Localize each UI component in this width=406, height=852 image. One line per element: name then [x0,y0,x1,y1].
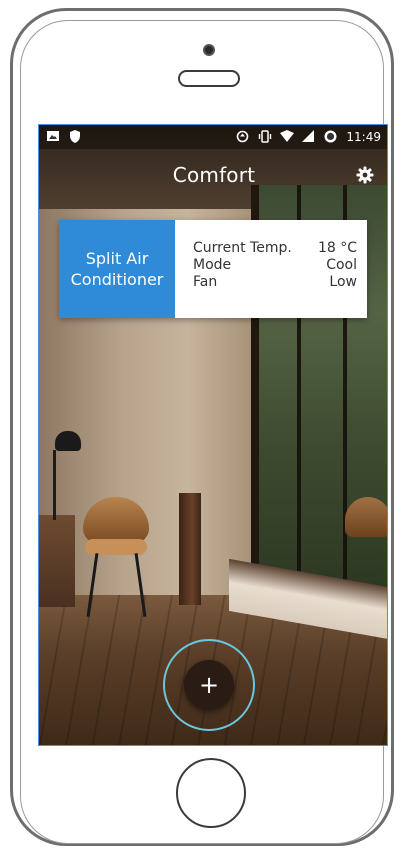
image-icon [47,130,61,144]
info-label: Current Temp. [193,240,292,256]
status-time: 11:49 [346,130,381,144]
device-name: Split Air Conditioner [59,220,175,318]
bg-cabinet [39,515,75,607]
info-value: Cool [326,257,357,273]
status-bar: 11:49 [39,125,387,149]
plus-icon: + [198,671,220,699]
add-device-button[interactable]: + [184,660,234,710]
app-title: Comfort [172,163,256,187]
bg-chair-2 [345,497,387,537]
gear-icon [356,166,374,184]
bg-speaker [179,493,201,605]
info-row-current-temp: Current Temp. 18 °C [193,240,357,257]
device-info: Current Temp. 18 °C Mode Cool Fan Low [175,220,367,318]
bg-chair-seat [85,539,147,555]
alarm-icon [324,130,338,144]
info-row-fan: Fan Low [193,274,357,291]
bg-lamp-shade [55,431,81,451]
shield-icon [69,130,83,144]
app-screen: 11:49 Comfort Split Air Conditioner Curr… [38,124,388,746]
signal-icon [302,130,316,144]
settings-button[interactable] [355,165,375,185]
bg-lamp-pole [53,450,56,520]
sync-icon [236,130,250,144]
info-value: 18 °C [317,240,357,256]
device-card[interactable]: Split Air Conditioner Current Temp. 18 °… [59,220,367,318]
info-value: Low [329,274,357,290]
status-right-icons: 11:49 [236,130,381,144]
phone-mockup: 11:49 Comfort Split Air Conditioner Curr… [0,0,406,852]
status-left-icons [47,130,83,144]
home-button[interactable] [176,758,246,828]
info-label: Mode [193,257,232,273]
vibrate-icon [258,130,272,144]
info-label: Fan [193,274,218,290]
front-camera [203,44,215,56]
wifi-icon [280,130,295,144]
info-row-mode: Mode Cool [193,257,357,274]
earpiece-speaker [178,70,240,87]
app-bar: Comfort [39,149,387,201]
